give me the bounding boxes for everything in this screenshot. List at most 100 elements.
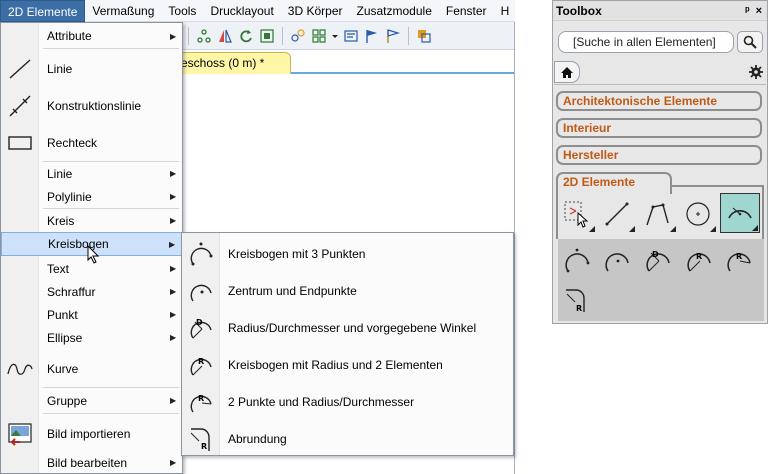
- menu-item-label: Rechteck: [47, 135, 98, 150]
- tool-arc-3-points[interactable]: [558, 241, 596, 279]
- search-button[interactable]: [737, 31, 763, 53]
- submenu-item-label: Kreisbogen mit Radius und 2 Elementen: [228, 357, 443, 372]
- align-icon[interactable]: [342, 27, 360, 45]
- arc-center-endpoints-icon: [605, 253, 629, 272]
- submenu-item-abrundung[interactable]: R Abrundung: [182, 420, 513, 457]
- menu-item-rechteck[interactable]: Rechteck: [1, 124, 182, 161]
- menu-drucklayout[interactable]: Drucklayout: [203, 0, 280, 22]
- category-2d-elemente[interactable]: 2D Elemente: [556, 172, 672, 194]
- submenu-item-radius-winkel[interactable]: D Radius/Durchmesser und vorgegebene Win…: [182, 309, 513, 346]
- home-button[interactable]: [554, 61, 580, 83]
- rotate-icon[interactable]: [237, 27, 255, 45]
- submenu-item-zentrum-endpunkte[interactable]: Zentrum und Endpunkte: [182, 272, 513, 309]
- polyline-tool-button[interactable]: [639, 195, 677, 233]
- svg-text:D: D: [196, 318, 203, 327]
- menu-item-polylinie[interactable]: Polylinie ▶: [1, 185, 182, 208]
- toolbox-title: Toolbox: [556, 3, 602, 18]
- document-tab[interactable]: eschoss (0 m) *: [181, 52, 291, 74]
- menu-item-ellipse[interactable]: Ellipse ▶: [1, 326, 182, 349]
- submenu-item-label: Radius/Durchmesser und vorgegebene Winke…: [228, 320, 477, 335]
- scale-icon[interactable]: [258, 27, 276, 45]
- category-interieur[interactable]: Interieur: [556, 118, 762, 138]
- toolbox-titlebar: Toolbox ᵖ ×: [553, 1, 767, 21]
- menu-tools[interactable]: Tools: [161, 0, 203, 22]
- kreisbogen-submenu: Kreisbogen mit 3 Punkten Zentrum und End…: [181, 232, 514, 456]
- category-frame-line: [671, 185, 764, 187]
- circle-tool-button[interactable]: [679, 195, 717, 233]
- menu-item-linie-sub[interactable]: Linie ▶: [1, 162, 182, 185]
- menu-item-gruppe[interactable]: Gruppe ▶: [1, 389, 182, 412]
- menu-item-bild-importieren[interactable]: Bild importieren: [1, 415, 182, 452]
- menu-item-text[interactable]: Text ▶: [1, 257, 182, 280]
- submenu-item-2-punkte-radius[interactable]: R 2 Punkte und Radius/Durchmesser: [182, 383, 513, 420]
- menu-item-label: Kreis: [47, 213, 75, 228]
- menu-2d-elemente[interactable]: 2D Elemente: [0, 0, 86, 22]
- grid-icon[interactable]: [310, 27, 328, 45]
- close-icon[interactable]: ×: [756, 5, 762, 17]
- 2d-elemente-menu: Attribute ▶ Linie Konstruktionslinie Rec…: [0, 22, 183, 474]
- arc-3-points-icon: [182, 240, 220, 268]
- submenu-item-radius-2-elemente[interactable]: R Kreisbogen mit Radius und 2 Elementen: [182, 346, 513, 383]
- tool-fillet[interactable]: R: [558, 281, 596, 319]
- gear-icon: [749, 65, 763, 79]
- fillet-icon: R: [182, 425, 220, 453]
- svg-text:R: R: [576, 304, 582, 313]
- menu-item-kreis[interactable]: Kreis ▶: [1, 209, 182, 232]
- snap-points-icon[interactable]: [195, 27, 213, 45]
- tool-arc-radius-angle[interactable]: D: [639, 241, 677, 279]
- menu-item-konstruktionslinie[interactable]: Konstruktionslinie: [1, 87, 182, 124]
- menu-item-linie[interactable]: Linie: [1, 50, 182, 87]
- menu-item-label: Bild importieren: [47, 426, 131, 441]
- arc-radius-2-elements-icon: R: [687, 252, 711, 272]
- dropdown-arrow-icon[interactable]: [331, 27, 339, 45]
- svg-text:R: R: [696, 252, 702, 261]
- pin-icon[interactable]: ᵖ: [745, 5, 749, 17]
- search-icon: [743, 35, 757, 49]
- home-icon: [561, 66, 573, 78]
- menu-vermassung[interactable]: Vermaßung: [85, 0, 161, 22]
- main-toolbar: [181, 22, 515, 50]
- menu-separator: [43, 413, 179, 414]
- menu-fenster[interactable]: Fenster: [439, 0, 494, 22]
- line-tool-button[interactable]: [598, 195, 636, 233]
- toolbar-separator: [188, 26, 189, 45]
- gear-button[interactable]: [748, 64, 764, 80]
- document-tab-label: eschoss (0 m) *: [181, 56, 265, 70]
- array-icon[interactable]: [289, 27, 307, 45]
- menu-item-attribute[interactable]: Attribute ▶: [1, 25, 182, 47]
- submenu-item-3-punkte[interactable]: Kreisbogen mit 3 Punkten: [182, 235, 513, 272]
- menu-item-label: Bild bearbeiten: [47, 455, 128, 470]
- flag-outline-icon[interactable]: [384, 27, 402, 45]
- submenu-arrow-icon: ▶: [170, 169, 177, 178]
- menu-item-label: Punkt: [47, 307, 78, 322]
- arc-tool-button[interactable]: [720, 193, 760, 233]
- menu-hilfe[interactable]: H: [494, 0, 517, 22]
- menu-item-label: Attribute: [47, 29, 92, 43]
- tool-arc-center-endpoints[interactable]: [598, 241, 636, 279]
- select-tool-button[interactable]: [558, 195, 596, 233]
- menu-item-label: Ellipse: [47, 330, 83, 345]
- tool-arc-radius-2-elements[interactable]: R: [680, 241, 718, 279]
- toolbox-search-input[interactable]: [Suche in allen Elementen]: [558, 31, 734, 53]
- app-window: 2D Elemente Vermaßung Tools Drucklayout …: [0, 0, 768, 474]
- category-architektonische-elemente[interactable]: Architektonische Elemente: [556, 91, 762, 111]
- menu-item-label: Gruppe: [47, 393, 88, 408]
- submenu-arrow-icon: ▶: [170, 192, 177, 201]
- menu-3d-koerper[interactable]: 3D Körper: [281, 0, 350, 22]
- menu-item-punkt[interactable]: Punkt ▶: [1, 303, 182, 326]
- tool-arc-2-points-radius[interactable]: R: [720, 241, 758, 279]
- toolbar-separator: [408, 26, 409, 45]
- layer-icon[interactable]: [415, 27, 433, 45]
- mirror-icon[interactable]: [216, 27, 234, 45]
- menu-zusatzmodule[interactable]: Zusatzmodule: [350, 0, 439, 22]
- flag-icon[interactable]: [363, 27, 381, 45]
- category-hersteller[interactable]: Hersteller: [556, 145, 762, 165]
- menu-separator: [43, 387, 179, 388]
- menu-item-schraffur[interactable]: Schraffur ▶: [1, 280, 182, 303]
- menu-item-bild-bearbeiten[interactable]: Bild bearbeiten ▶: [1, 451, 182, 474]
- arc-tool-icon: [728, 207, 752, 219]
- arc-radius-angle-icon: D: [646, 250, 670, 272]
- select-tool-icon: [564, 201, 589, 228]
- menu-item-kurve[interactable]: Kurve: [1, 350, 182, 387]
- arc-3-points-icon: [565, 248, 590, 273]
